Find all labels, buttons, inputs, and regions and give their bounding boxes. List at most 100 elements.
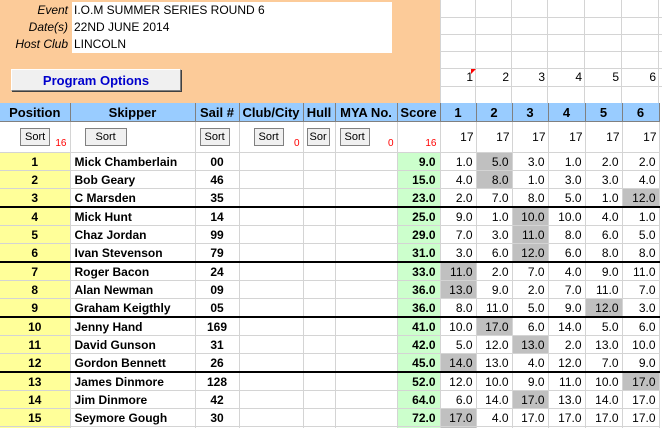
race-result-cell[interactable]: 6.0 [548, 243, 586, 263]
sail-cell[interactable]: 99 [195, 225, 240, 244]
race-result-cell[interactable]: 5.0 [585, 317, 623, 336]
score-cell[interactable]: 36.0 [397, 280, 441, 299]
position-cell[interactable]: 1 [0, 152, 71, 171]
club-cell[interactable] [239, 390, 304, 409]
sail-cell[interactable]: 31 [195, 335, 240, 354]
hull-cell[interactable] [303, 188, 336, 208]
race-result-cell[interactable]: 10.0 [622, 335, 660, 354]
race-result-cell[interactable]: 9.0 [476, 280, 513, 299]
race-result-cell[interactable]: 4.0 [622, 170, 660, 189]
sail-cell[interactable]: 09 [195, 280, 240, 299]
score-cell[interactable]: 41.0 [397, 317, 441, 336]
club-cell[interactable] [239, 207, 304, 226]
race-result-cell[interactable]: 10.0 [548, 207, 586, 226]
position-cell[interactable]: 13 [0, 372, 71, 391]
race-result-cell[interactable]: 5.0 [440, 335, 477, 354]
mya-cell[interactable] [335, 170, 398, 189]
race-result-cell[interactable]: 7.0 [512, 262, 549, 281]
sail-cell[interactable]: 24 [195, 262, 240, 281]
score-cell[interactable]: 45.0 [397, 353, 441, 373]
race-result-cell[interactable]: 5.0 [512, 298, 549, 318]
race-result-cell[interactable]: 17.0 [512, 390, 549, 409]
race-result-cell[interactable]: 8.0 [622, 243, 660, 263]
race-result-cell[interactable]: 2.0 [512, 280, 549, 299]
race-result-cell[interactable]: 11.0 [548, 372, 586, 391]
race-result-cell[interactable]: 3.0 [585, 170, 623, 189]
race-result-cell[interactable]: 13.0 [476, 353, 513, 373]
race-result-cell[interactable]: 8.0 [476, 170, 513, 189]
race-result-cell[interactable]: 1.0 [585, 188, 623, 208]
hull-cell[interactable] [303, 152, 336, 171]
position-cell[interactable]: 10 [0, 317, 71, 336]
mya-cell[interactable] [335, 390, 398, 409]
race-result-cell[interactable]: 1.0 [440, 152, 477, 171]
mya-cell[interactable] [335, 188, 398, 208]
race-result-cell[interactable]: 3.0 [512, 152, 549, 171]
sail-cell[interactable]: 35 [195, 188, 240, 208]
race-result-cell[interactable]: 8.0 [585, 243, 623, 263]
race-result-cell[interactable]: 13.0 [548, 390, 586, 409]
sail-cell[interactable]: 169 [195, 317, 240, 336]
race-result-cell[interactable]: 9.0 [585, 262, 623, 281]
skipper-cell[interactable]: Bob Geary [70, 170, 196, 189]
program-options-button[interactable]: Program Options [11, 69, 181, 91]
sail-cell[interactable]: 79 [195, 243, 240, 263]
race-result-cell[interactable]: 13.0 [440, 280, 477, 299]
race-result-cell[interactable]: 14.0 [585, 390, 623, 409]
race-result-cell[interactable]: 3.0 [440, 243, 477, 263]
race-result-cell[interactable]: 10.0 [585, 372, 623, 391]
race-result-cell[interactable]: 6.0 [440, 390, 477, 409]
skipper-cell[interactable]: Roger Bacon [70, 262, 196, 281]
mya-cell[interactable] [335, 335, 398, 354]
race-result-cell[interactable]: 12.0 [476, 335, 513, 354]
race-result-cell[interactable]: 7.0 [585, 353, 623, 373]
club-cell[interactable] [239, 188, 304, 208]
race-result-cell[interactable]: 10.0 [476, 372, 513, 391]
club-cell[interactable] [239, 353, 304, 373]
club-cell[interactable] [239, 170, 304, 189]
score-cell[interactable]: 72.0 [397, 408, 441, 427]
skipper-cell[interactable]: Mick Hunt [70, 207, 196, 226]
position-cell[interactable]: 5 [0, 225, 71, 244]
race-result-cell[interactable]: 1.0 [476, 207, 513, 226]
sort-position-button[interactable]: Sort [20, 128, 51, 146]
race-result-cell[interactable]: 3.0 [476, 225, 513, 244]
hull-cell[interactable] [303, 353, 336, 373]
race-result-cell[interactable]: 1.0 [512, 170, 549, 189]
race-result-cell[interactable]: 6.0 [585, 225, 623, 244]
position-cell[interactable]: 12 [0, 353, 71, 373]
club-cell[interactable] [239, 243, 304, 263]
sail-cell[interactable]: 26 [195, 353, 240, 373]
race-result-cell[interactable]: 5.0 [476, 152, 513, 171]
mya-cell[interactable] [335, 372, 398, 391]
mya-cell[interactable] [335, 353, 398, 373]
position-cell[interactable]: 2 [0, 170, 71, 189]
position-cell[interactable]: 11 [0, 335, 71, 354]
score-cell[interactable]: 52.0 [397, 372, 441, 391]
mya-cell[interactable] [335, 262, 398, 281]
race-result-cell[interactable]: 11.0 [476, 298, 513, 318]
position-cell[interactable]: 4 [0, 207, 71, 226]
hull-cell[interactable] [303, 170, 336, 189]
race-result-cell[interactable]: 11.0 [622, 262, 660, 281]
score-cell[interactable]: 29.0 [397, 225, 441, 244]
host-club-field[interactable]: LINCOLN [72, 36, 392, 53]
mya-cell[interactable] [335, 317, 398, 336]
mya-cell[interactable] [335, 152, 398, 171]
race-result-cell[interactable]: 4.0 [476, 408, 513, 427]
race-result-cell[interactable]: 17.0 [622, 390, 660, 409]
position-cell[interactable]: 14 [0, 390, 71, 409]
skipper-cell[interactable]: Alan Newman [70, 280, 196, 299]
mya-cell[interactable] [335, 225, 398, 244]
skipper-cell[interactable]: David Gunson [70, 335, 196, 354]
race-result-cell[interactable]: 7.0 [440, 225, 477, 244]
score-cell[interactable]: 25.0 [397, 207, 441, 226]
sort-mya-button[interactable]: Sort [339, 128, 370, 146]
hull-cell[interactable] [303, 243, 336, 263]
race-result-cell[interactable]: 8.0 [548, 225, 586, 244]
mya-cell[interactable] [335, 280, 398, 299]
position-cell[interactable]: 3 [0, 188, 71, 208]
skipper-cell[interactable]: Ivan Stevenson [70, 243, 196, 263]
race-result-cell[interactable]: 6.0 [512, 317, 549, 336]
skipper-cell[interactable]: Jim Dinmore [70, 390, 196, 409]
